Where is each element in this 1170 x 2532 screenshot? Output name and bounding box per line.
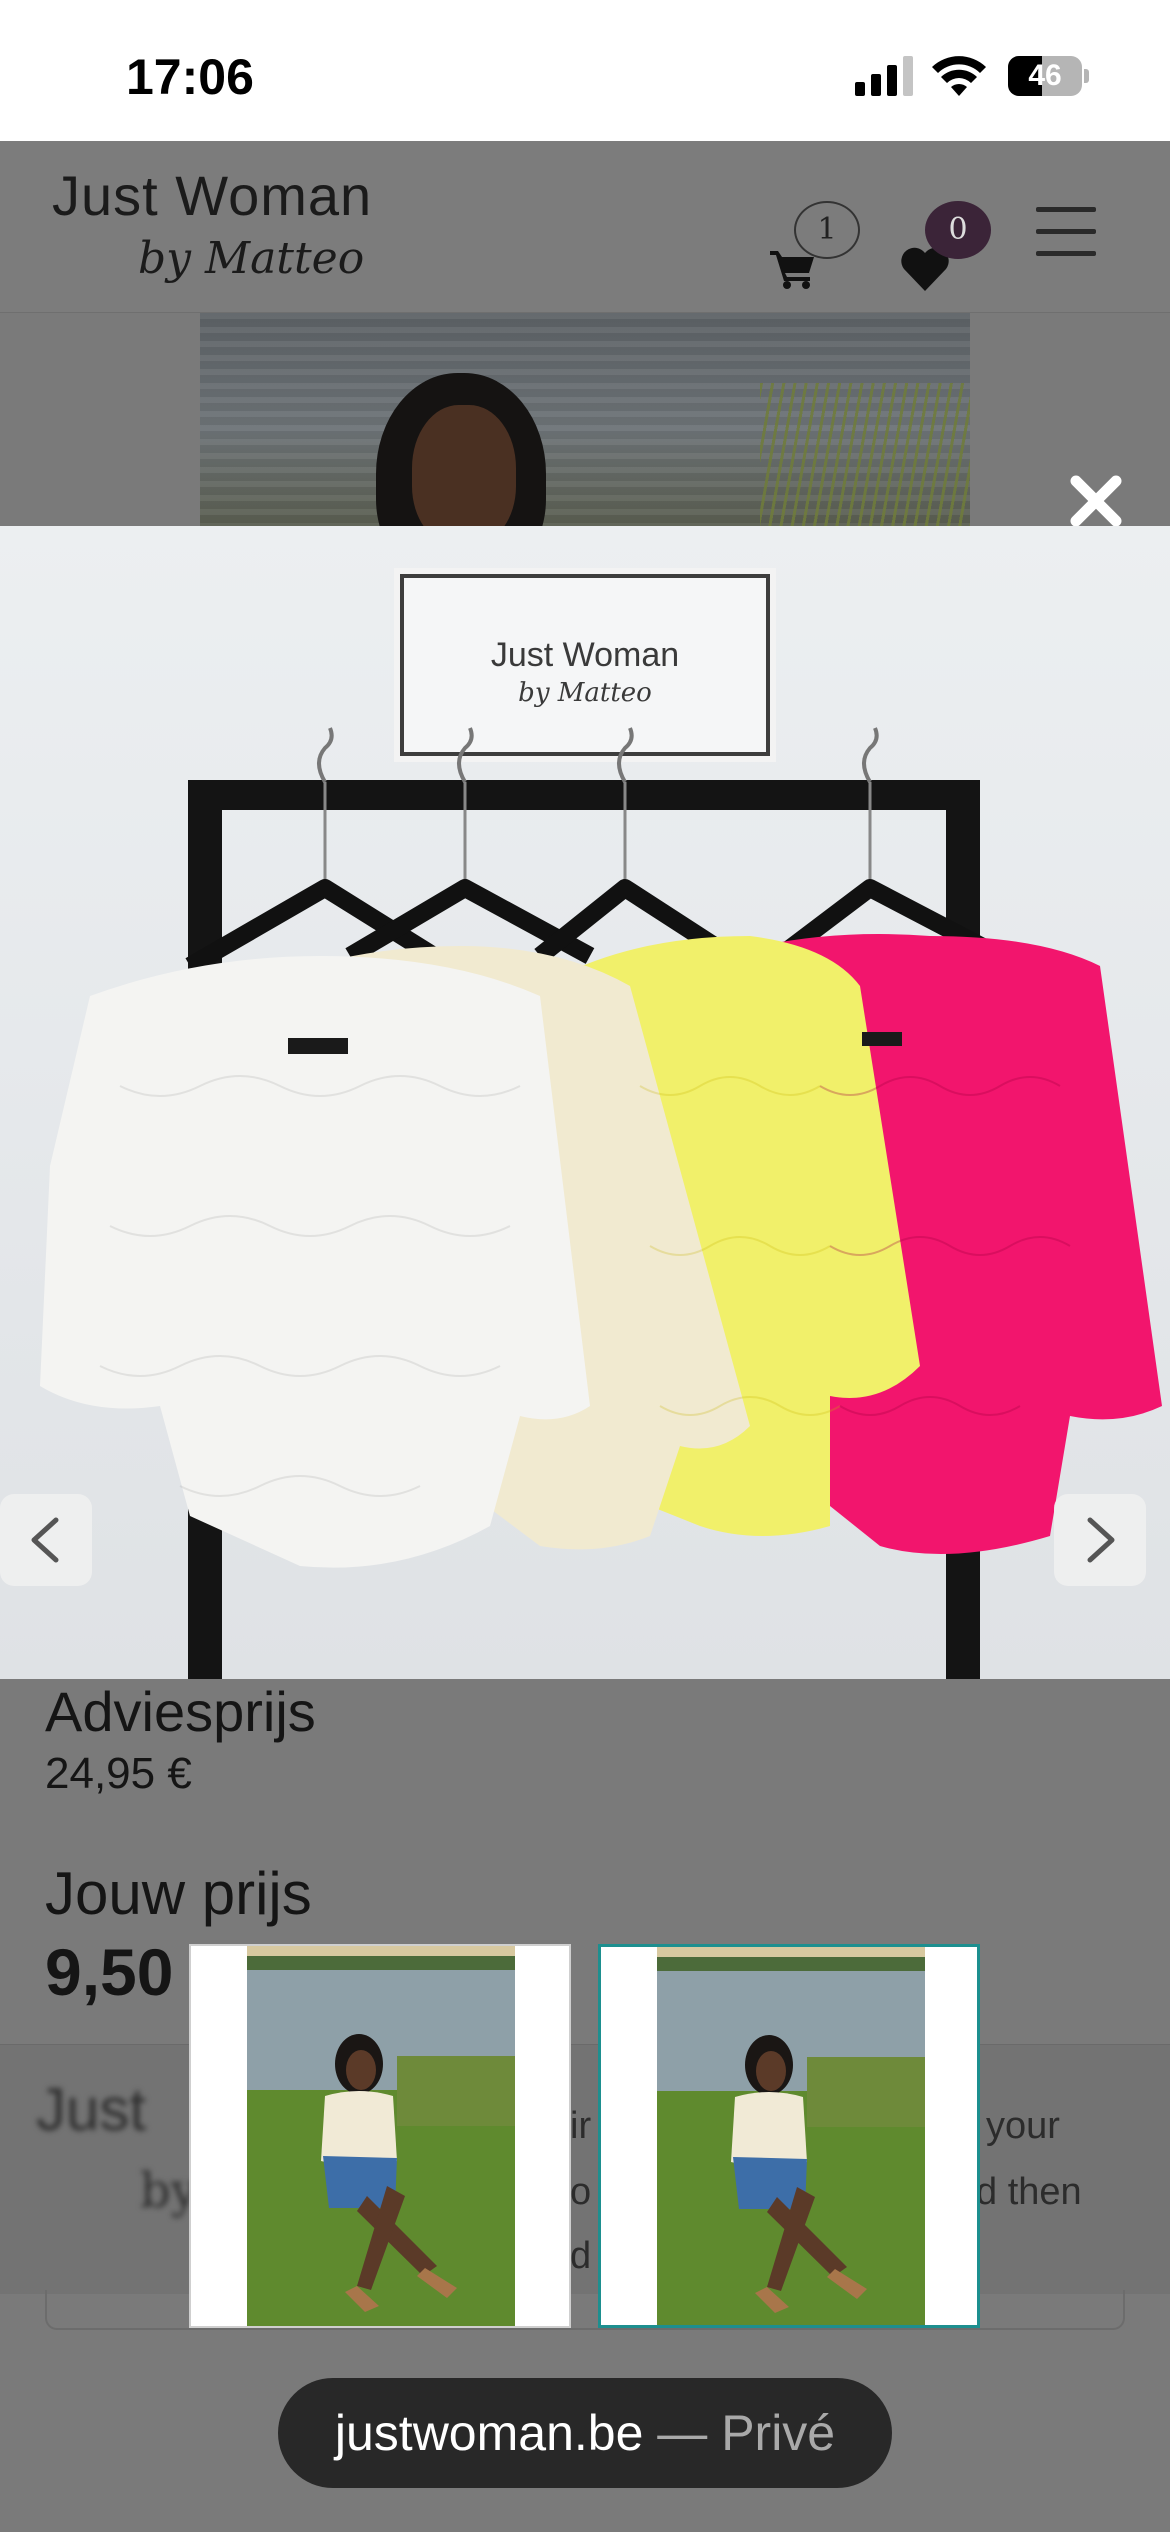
signal-icon [855,56,913,96]
url-separator: — [643,2405,722,2461]
thumbnail-2-selected[interactable] [598,1944,980,2328]
your-price-label: Jouw prijs [45,1860,312,1927]
menu-button[interactable] [1036,207,1096,257]
previous-image-button[interactable] [0,1494,92,1586]
url-domain: justwoman.be [334,2405,644,2461]
product-photo-background [200,313,970,526]
thumbnail-1[interactable] [189,1944,571,2328]
close-icon[interactable] [1070,475,1122,527]
site-logo[interactable]: Just Woman by Matteo [52,163,412,293]
clothing-rack [40,727,1162,1679]
lightbox-image: Just Woman by Matteo [0,526,1170,1679]
status-time: 17:06 [126,49,254,105]
cookie-text-fragment: ir [570,2105,592,2147]
cookie-banner-logo: Just [36,2076,147,2143]
cart-icon [770,251,814,289]
cookie-text-fragment: d [570,2235,592,2277]
private-mode-label: Privé [721,2405,836,2461]
cookie-text-fragment: o [570,2171,592,2213]
cart-count-badge: 1 [794,201,860,259]
wifi-icon [932,56,986,96]
cart-button[interactable]: 1 [770,201,870,291]
cookie-text-line: your [986,2105,1060,2147]
next-image-button[interactable] [1054,1494,1146,1586]
product-pricing: Adviesprijs 24,95 € Jouw prijs 9,50 [0,1679,1170,2009]
chevron-left-icon [31,1517,59,1563]
wishlist-count-badge: 0 [925,201,991,259]
advised-price-value: 24,95 € [45,1749,192,1798]
cookie-text-line: d then [976,2171,1082,2213]
battery-level: 46 [1028,59,1062,92]
chevron-right-icon [1087,1517,1115,1563]
logo-sub-text: by Matteo [138,233,365,284]
thumbnail-photo [247,1946,515,2326]
browser-url-bar[interactable]: justwoman.be — Privé [278,2378,892,2488]
wishlist-button[interactable]: 0 [900,201,1000,291]
thumbnail-photo [657,1947,925,2325]
menu-icon [1036,207,1096,212]
logo-main-text: Just Woman [52,164,373,227]
advised-price-label: Adviesprijs [45,1680,316,1743]
cookie-banner: Just by ir o d your d then [0,2044,1170,2294]
site-header: Just Woman by Matteo 1 0 [0,141,1170,313]
battery-icon: 46 [1008,56,1089,96]
your-price-value: 9,50 [45,1935,174,2009]
status-bar: 17:06 46 [0,0,1170,141]
